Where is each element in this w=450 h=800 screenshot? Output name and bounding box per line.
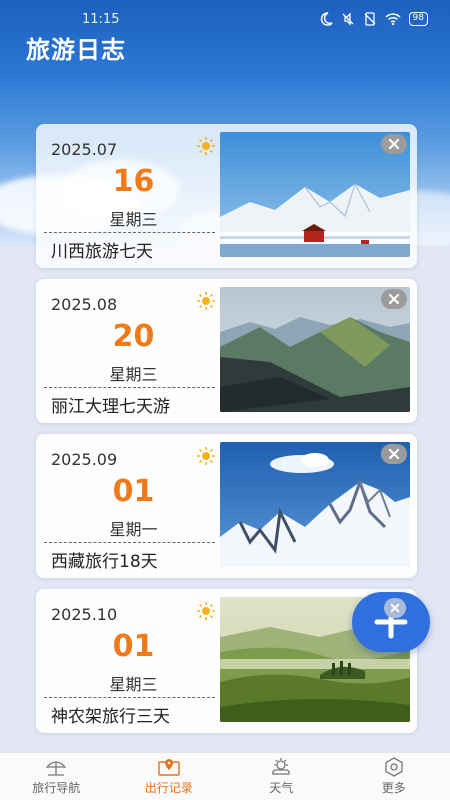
divider [44,232,215,233]
card-weekday: 星期三 [109,365,158,384]
delete-button[interactable] [381,444,407,464]
tab-label: 天气 [269,781,294,795]
tab-weather[interactable]: 天气 [225,753,338,800]
card-trip-title: 神农架旅行三天 [51,707,170,727]
map-pin-icon [158,759,180,776]
card-day: 01 [112,474,155,509]
card-weekday: 星期三 [109,210,158,229]
delete-button[interactable] [384,598,406,618]
divider [44,542,215,543]
close-icon [388,293,400,305]
sun-icon [196,136,216,160]
tab-label: 更多 [381,781,406,795]
status-time: 11:15 [82,12,120,27]
beach-umbrella-icon [45,761,67,776]
delete-button[interactable] [381,134,407,154]
page-title: 旅游日志 [26,36,126,64]
card-trip-title: 西藏旅行18天 [51,552,158,572]
card-day: 20 [112,319,155,354]
journal-card[interactable]: 2025.09 01 星期一 西藏旅行18天 [36,434,417,578]
tab-label: 旅行导航 [32,781,81,795]
tab-label: 出行记录 [144,781,193,795]
sun-icon [196,446,216,470]
divider [44,387,215,388]
wifi-icon [385,13,401,26]
tab-more[interactable]: 更多 [338,753,450,800]
delete-button[interactable] [381,289,407,309]
sun-icon [196,601,216,625]
card-photo[interactable] [220,132,410,257]
card-trip-title: 川西旅游七天 [51,242,153,262]
journal-card[interactable]: 2025.07 16 星期三 川西旅游七天 [36,124,417,268]
card-trip-title: 丽江大理七天游 [51,397,170,417]
close-icon [388,138,400,150]
card-day: 16 [112,164,155,199]
card-photo[interactable] [220,442,410,567]
journal-card[interactable]: 2025.08 20 星期三 丽江大理七天游 [36,279,417,423]
close-icon [390,603,400,613]
card-year-month: 2025.08 [51,295,118,314]
card-year-month: 2025.09 [51,450,118,469]
card-year-month: 2025.10 [51,605,118,624]
bottom-tab-bar: 旅行导航 出行记录 天气 更多 [0,752,450,800]
sun-icon [196,291,216,315]
card-weekday: 星期三 [109,675,158,694]
battery-indicator: 98 [408,12,428,26]
no-sim-icon [364,12,376,26]
close-icon [388,448,400,460]
tab-travel-nav[interactable]: 旅行导航 [0,753,113,800]
divider [44,697,215,698]
card-day: 01 [112,629,155,664]
card-weekday: 星期一 [109,520,158,539]
card-photo[interactable] [220,287,410,412]
card-year-month: 2025.07 [51,140,118,159]
silent-icon [342,12,354,26]
moon-icon [320,12,333,26]
cloud-sun-icon [272,758,291,775]
tab-trip-records[interactable]: 出行记录 [113,753,226,800]
hexagon-gear-icon [385,757,403,777]
